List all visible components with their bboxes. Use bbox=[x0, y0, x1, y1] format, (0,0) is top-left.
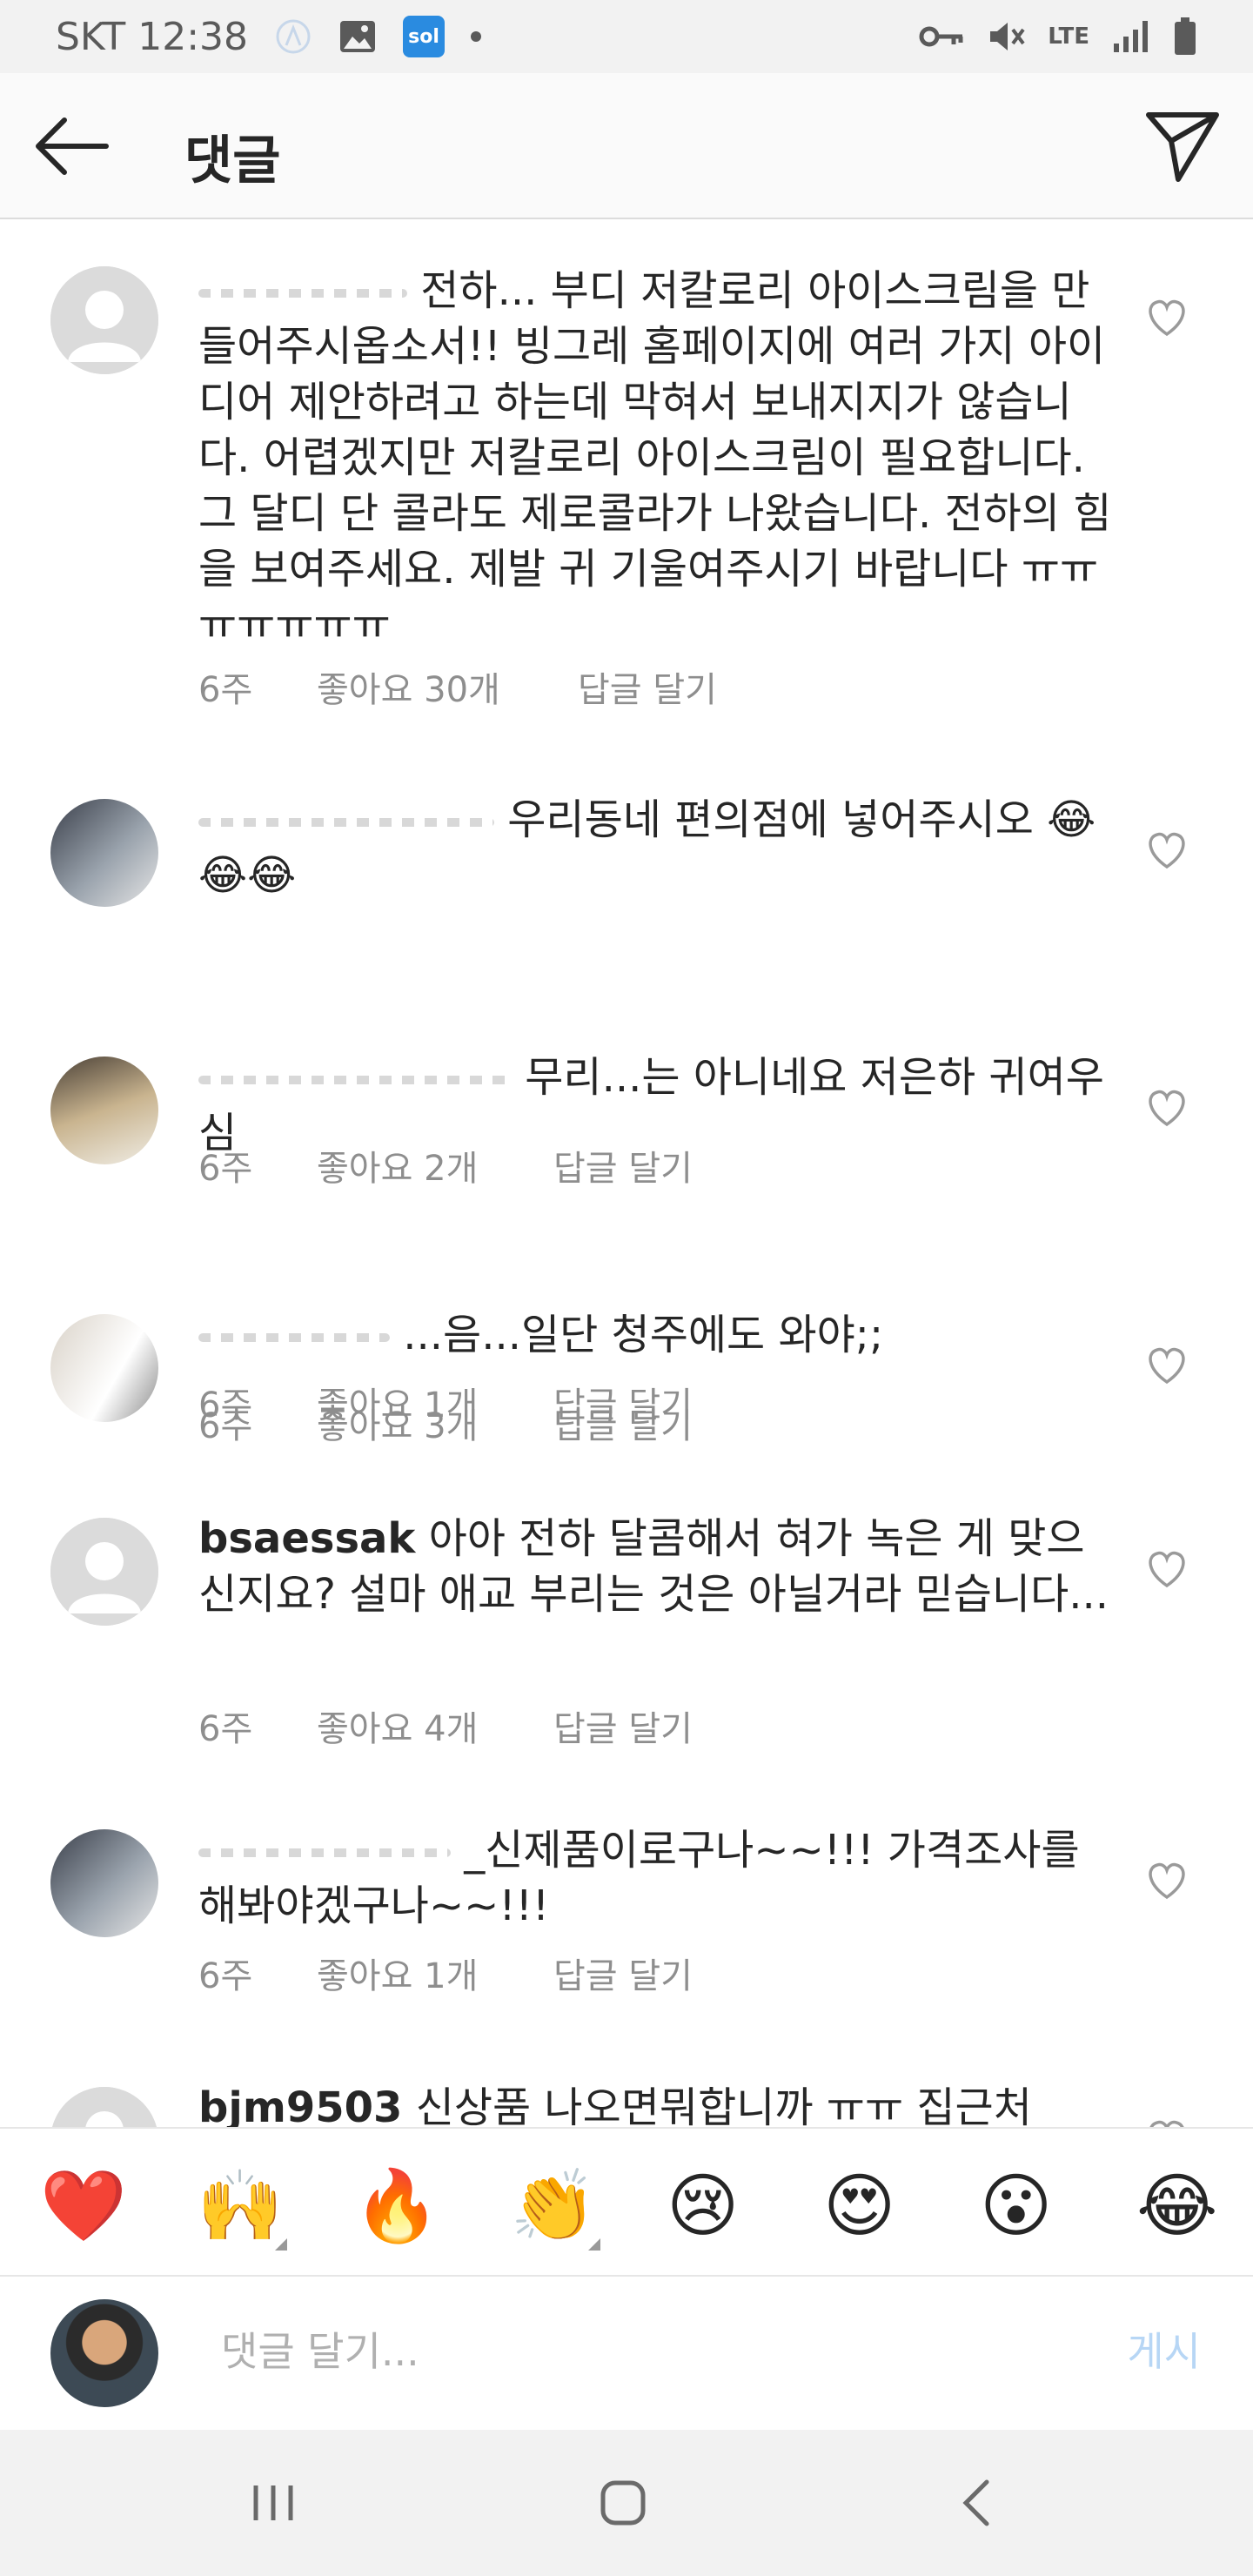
battery-icon bbox=[1175, 17, 1196, 55]
username-redacted[interactable] bbox=[198, 289, 407, 298]
default-avatar-icon bbox=[50, 2087, 158, 2127]
status-bar: SKT 12:38 sol LTE bbox=[0, 0, 1253, 73]
comment-likes[interactable]: 좋아요 4개 bbox=[317, 1701, 553, 1751]
crying-face-emoji-icon[interactable]: 😢 bbox=[667, 2167, 739, 2245]
system-nav-bar bbox=[0, 2430, 1253, 2576]
comment-username[interactable]: bsaessak bbox=[198, 1514, 415, 1563]
direct-send-icon[interactable] bbox=[1143, 106, 1222, 184]
post-button[interactable]: 게시 bbox=[1127, 2320, 1201, 2378]
heart-icon[interactable] bbox=[1145, 1088, 1189, 1128]
heart-icon[interactable] bbox=[1145, 1345, 1189, 1385]
signal-icon bbox=[1114, 21, 1148, 52]
reply-button[interactable]: 답글 달기 bbox=[553, 1701, 693, 1751]
comment-text: 우리동네 편의점에 넣어주시오 😂😂😂 bbox=[198, 795, 1096, 900]
avatar[interactable] bbox=[50, 1518, 158, 1626]
fire-emoji-icon[interactable]: 🔥 bbox=[353, 2167, 440, 2245]
comment-text: ...음...일단 청주에도 와야;; bbox=[403, 1311, 884, 1359]
avatar[interactable] bbox=[50, 1829, 158, 1937]
avatar[interactable] bbox=[50, 2087, 158, 2127]
lte-label: LTE bbox=[1048, 23, 1089, 50]
reply-button[interactable]: 답글 달기 bbox=[553, 1948, 693, 1998]
default-avatar-icon bbox=[50, 266, 158, 374]
comment-text: 무리...는 아니네요 저은하 귀여우심 bbox=[198, 1053, 1104, 1157]
comment-time: 6주 bbox=[198, 1956, 253, 1996]
username-redacted[interactable] bbox=[198, 818, 494, 827]
avatar[interactable] bbox=[50, 266, 158, 374]
comment-input[interactable]: 댓글 달기... bbox=[221, 2320, 419, 2378]
nav-back-icon[interactable] bbox=[954, 2477, 1002, 2529]
skin-tone-picker-icon[interactable] bbox=[275, 2238, 287, 2251]
reply-button[interactable]: 답글 달기 bbox=[553, 1377, 693, 1427]
comment-username[interactable]: bjm9503 bbox=[198, 2083, 402, 2127]
comment-text: 신상품 나오면뭐합니까 ㅠㅠ 집근처 bbox=[415, 2083, 1032, 2127]
username-redacted[interactable] bbox=[198, 1333, 390, 1342]
comment-likes[interactable]: 좋아요 1개 bbox=[317, 1948, 553, 1998]
sol-app-icon: sol bbox=[403, 16, 446, 57]
heart-icon[interactable] bbox=[1145, 298, 1189, 338]
mute-icon bbox=[990, 23, 1025, 50]
comment-compose-bar: 댓글 달기... 게시 bbox=[0, 2275, 1253, 2432]
comments-list[interactable]: 전하... 부디 저칼로리 아이스크림을 만들어주시옵소서!! 빙그레 홈페이지… bbox=[0, 219, 1253, 2127]
default-avatar-icon bbox=[50, 1518, 158, 1626]
heart-icon[interactable] bbox=[1145, 1549, 1189, 1589]
my-avatar bbox=[50, 2299, 158, 2407]
accessibility-icon bbox=[276, 19, 311, 54]
comment-text: _신제품이로구나~~!!! 가격조사를 해봐야겠구나~~!!! bbox=[198, 1826, 1080, 1930]
reply-button[interactable]: 답글 달기 bbox=[578, 661, 717, 712]
carrier-time: SKT 12:38 bbox=[56, 14, 249, 59]
back-arrow-icon[interactable] bbox=[33, 113, 111, 179]
emoji-bar: ❤️ 🙌 🔥 👏 😢 😍 😮 😂 bbox=[0, 2127, 1253, 2277]
comment-time: 6주 bbox=[198, 1385, 253, 1426]
comment-text: 전하... 부디 저칼로리 아이스크림을 만들어주시옵소서!! 빙그레 홈페이지… bbox=[198, 266, 1112, 649]
home-icon[interactable] bbox=[599, 2479, 647, 2527]
red-heart-emoji-icon[interactable]: ❤️ bbox=[40, 2167, 127, 2245]
skin-tone-picker-icon[interactable] bbox=[588, 2238, 600, 2251]
comment-likes[interactable]: 좋아요 30개 bbox=[317, 661, 578, 712]
avatar[interactable] bbox=[50, 1314, 158, 1422]
key-icon bbox=[919, 26, 963, 47]
gallery-icon bbox=[340, 21, 376, 52]
surprised-face-emoji-icon[interactable]: 😮 bbox=[980, 2167, 1052, 2245]
page-title: 댓글 bbox=[184, 131, 281, 191]
clapping-hands-emoji-icon[interactable]: 👏 bbox=[510, 2167, 597, 2245]
heart-icon[interactable] bbox=[1145, 830, 1189, 870]
comment-time: 6주 bbox=[198, 1709, 253, 1749]
comment-likes[interactable]: 좋아요 1개 bbox=[317, 1377, 553, 1427]
raising-hands-emoji-icon[interactable]: 🙌 bbox=[197, 2167, 284, 2245]
comments-header: 댓글 bbox=[0, 73, 1253, 219]
username-redacted[interactable] bbox=[198, 1848, 451, 1857]
avatar[interactable] bbox=[50, 1057, 158, 1164]
avatar[interactable] bbox=[50, 799, 158, 907]
heart-icon[interactable] bbox=[1145, 2118, 1189, 2127]
notification-dot-icon bbox=[471, 31, 482, 42]
comment-time: 6주 bbox=[198, 670, 253, 710]
heart-eyes-emoji-icon[interactable]: 😍 bbox=[823, 2167, 895, 2245]
heart-icon[interactable] bbox=[1145, 1861, 1189, 1901]
tears-of-joy-emoji-icon[interactable]: 😂 bbox=[1136, 2167, 1217, 2245]
recent-apps-icon[interactable] bbox=[249, 2482, 298, 2524]
username-redacted[interactable] bbox=[198, 1076, 512, 1084]
